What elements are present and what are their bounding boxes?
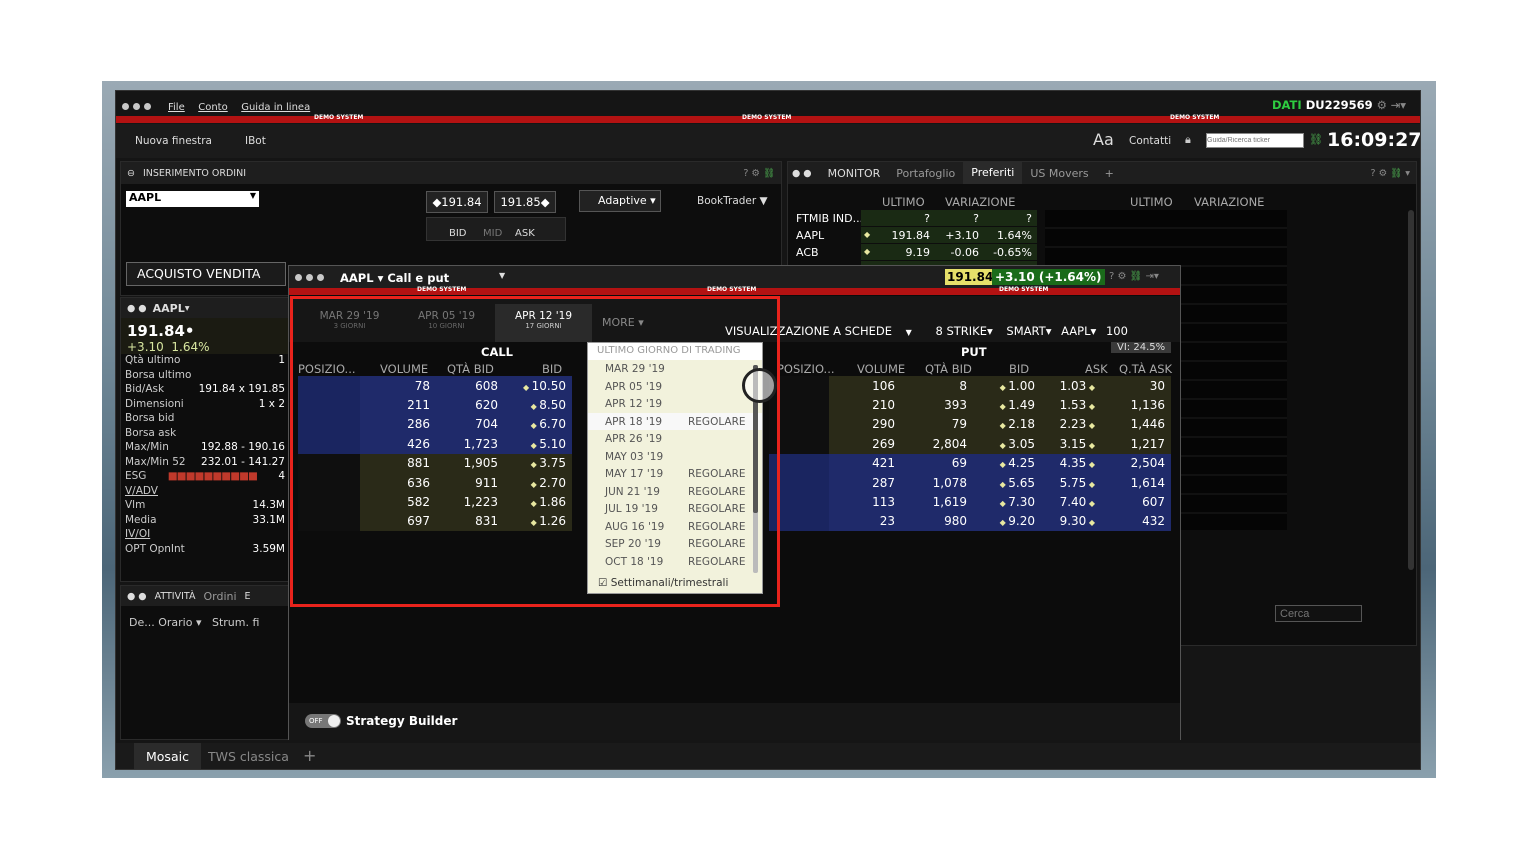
put-table: 106 8 ◆ 1.00 1.03 ◆ 30 210 393 ◆ 1.49 1.53 ◆ 1,13… [769, 376, 1171, 532]
quote-row: Qtà ultimo 1 [125, 354, 285, 366]
activity-panel: ● ● ATTIVITÀ Ordini E De... Orario ▾ Strum.… [120, 585, 292, 740]
chain-change: +3.10 (+1.64%) [992, 269, 1105, 285]
add-layout-button[interactable]: + [303, 746, 316, 765]
put-row[interactable]: 269 2,804 ◆ 3.05 3.15 ◆ 1,217 [769, 434, 1171, 454]
tab-portafoglio[interactable]: Portafoglio [888, 167, 963, 180]
buy-sell-toggle[interactable]: ACQUISTO VENDITA [126, 262, 286, 286]
quote-row: ESG ■■■■■■■■■■ 4 [125, 470, 285, 485]
quote-row: Media 33.1M [125, 513, 285, 526]
quote-row: V/ADV [125, 484, 158, 497]
monitor-row[interactable]: ACB ◆ 9.19 -0.06 -0.65% [794, 244, 1037, 261]
demo-bar: DEMO SYSTEM DEMO SYSTEM DEMO SYSTEM [116, 114, 1420, 123]
highlight-box [290, 296, 780, 607]
monitor-tabs: ● ● MONITOR Portafoglio Preferiti US Mov… [788, 162, 1416, 184]
menu-guida[interactable]: Guida in linea [241, 102, 310, 113]
layout-tabs: Mosaic TWS classica + [116, 743, 1420, 769]
order-entry-header: ⊖ INSERIMENTO ORDINI? ⚙ ⛓ [121, 162, 781, 184]
quote-row: Dimensioni 1 x 2 [125, 397, 285, 410]
activity-tab[interactable]: ATTIVITÀ [155, 591, 196, 602]
ibot-button[interactable]: IBot [245, 135, 266, 147]
dati-label: DATI [1272, 98, 1302, 112]
strategy-toggle[interactable]: OFF [305, 714, 341, 728]
buy-label: ACQUISTO [137, 266, 203, 281]
contatti-button[interactable]: Contatti [1129, 135, 1171, 147]
nuova-finestra-button[interactable]: Nuova finestra [135, 135, 212, 147]
chain-last-price: 191.84 [945, 269, 996, 285]
quote-row: Borsa ask [125, 426, 177, 439]
put-row[interactable]: 106 8 ◆ 1.00 1.03 ◆ 30 [769, 376, 1171, 396]
strategy-bar: OFF Strategy Builder [289, 703, 1180, 740]
monitor-scrollbar[interactable] [1408, 210, 1414, 570]
price-slider[interactable]: BID MID ASK [426, 217, 566, 241]
multiplier-value: 100 [1105, 324, 1128, 338]
font-size-button[interactable]: Aa [1093, 130, 1114, 149]
quote-row: OPT OpnInt 3.59M [125, 542, 285, 555]
put-row[interactable]: 290 79 ◆ 2.18 2.23 ◆ 1,446 [769, 414, 1171, 435]
tab-preferiti[interactable]: Preferiti [963, 162, 1023, 184]
quote-row: Max/Min 192.88 - 190.16 [125, 441, 285, 453]
ticker-search-input[interactable] [1206, 133, 1304, 148]
tab-mosaic[interactable]: Mosaic [134, 743, 201, 769]
put-row[interactable]: 210 393 ◆ 1.49 1.53 ◆ 1,136 [769, 395, 1171, 415]
underlying-select[interactable]: AAPL [1061, 324, 1090, 338]
toolbar: Nuova finestra IBot Aa Contatti 🔒︎ ⛓ 16:… [116, 124, 1422, 158]
link-icon[interactable]: ⛓ [1309, 133, 1323, 146]
chain-options-bar: VISUALIZZAZIONE A SCHEDE ▼ 8 STRIKE▾ SMA… [725, 324, 1128, 338]
add-tab-button[interactable]: + [1097, 167, 1122, 180]
monitor-row[interactable]: AAPL ◆ 191.84 +3.10 1.64% [794, 227, 1037, 244]
symbol-select[interactable]: AAPL ▼ [126, 191, 259, 207]
menu-file[interactable]: File [168, 102, 185, 113]
column-header[interactable]: Q.TÀ ASK [1119, 362, 1172, 376]
order-entry-title: INSERIMENTO ORDINI [142, 167, 247, 179]
quote-price: 191.84• [127, 322, 195, 340]
put-row[interactable]: 421 69 ◆ 4.25 4.35 ◆ 2,504 [769, 453, 1171, 473]
put-row[interactable]: 23 980 ◆ 9.20 9.30 ◆ 432 [769, 511, 1171, 532]
put-row[interactable]: 113 1,619 ◆ 7.30 7.40 ◆ 607 [769, 492, 1171, 512]
implied-vol: VI: 24.5% [1111, 342, 1172, 353]
quote-row: Borsa ultimo [125, 368, 192, 381]
menu-conto[interactable]: Conto [198, 102, 227, 113]
quote-change: +3.10 1.64% [127, 340, 210, 354]
bid-button[interactable]: ◆191.84 [426, 191, 488, 213]
adaptive-select[interactable]: Adaptive ▾ [579, 190, 661, 212]
data-account: DATI DU229569 ⚙ ⇥▾ [1272, 98, 1406, 112]
chain-symbol[interactable]: AAPL ▾ Call e put [340, 271, 449, 285]
column-header[interactable]: ASK [1085, 362, 1108, 376]
window-controls[interactable] [122, 100, 155, 113]
ask-button[interactable]: 191.85◆ [494, 191, 556, 213]
put-row[interactable]: 287 1,078 ◆ 5.65 5.75 ◆ 1,614 [769, 472, 1171, 493]
chain-titlebar: AAPL ▾ Call e put ▼ 191.84 +3.10 (+1.64%… [289, 266, 1180, 288]
tab-us-movers[interactable]: US Movers [1022, 167, 1096, 180]
exchange-select[interactable]: SMART [1006, 324, 1045, 338]
column-header[interactable]: QTÀ BID [925, 362, 972, 376]
ordini-tab[interactable]: Ordini [195, 590, 244, 603]
quote-header: ● ● AAPL ▾ [121, 298, 289, 318]
lock-icon[interactable]: 🔒︎ [1185, 133, 1191, 147]
quote-panel: ● ● AAPL ▾ 191.84• +3.10 1.64% Qtà ultimo… [120, 297, 290, 582]
tab-tws-classica[interactable]: TWS classica [208, 749, 289, 764]
quote-row: IV/OI [125, 528, 151, 540]
monitor-row[interactable]: FTMIB IND...??? [794, 210, 1037, 227]
put-heading: PUT [961, 345, 987, 359]
column-header[interactable]: VOLUME [857, 362, 905, 376]
strike-select[interactable]: 8 STRIKE [935, 324, 987, 338]
quote-row: Borsa bid [125, 412, 175, 424]
chain-window-controls[interactable] [295, 271, 328, 284]
account-id: DU229569 [1305, 98, 1373, 112]
column-header[interactable]: BID [1009, 362, 1029, 376]
tab-monitor[interactable]: MONITOR [820, 167, 889, 180]
quote-row: Bid/Ask 191.84 x 191.85 [125, 383, 285, 395]
quote-row: Vlm 14.3M [125, 499, 285, 511]
strategy-builder-label[interactable]: Strategy Builder [346, 714, 457, 728]
quote-row: Max/Min 52 232.01 - 141.27 [125, 455, 285, 468]
sell-label: VENDITA [206, 266, 261, 281]
menu-bar: File Conto Guida in linea [168, 100, 320, 113]
booktrader-select[interactable]: BookTrader ▼ [697, 195, 768, 207]
clock: 16:09:27 [1327, 129, 1422, 151]
cerca-input[interactable] [1275, 605, 1362, 622]
esg-bar: ■■■■■■■■■■ [167, 470, 258, 482]
activity-columns: De... Orario ▾ Strum. fi [129, 616, 260, 629]
column-header[interactable]: POSIZIO... [777, 362, 835, 376]
